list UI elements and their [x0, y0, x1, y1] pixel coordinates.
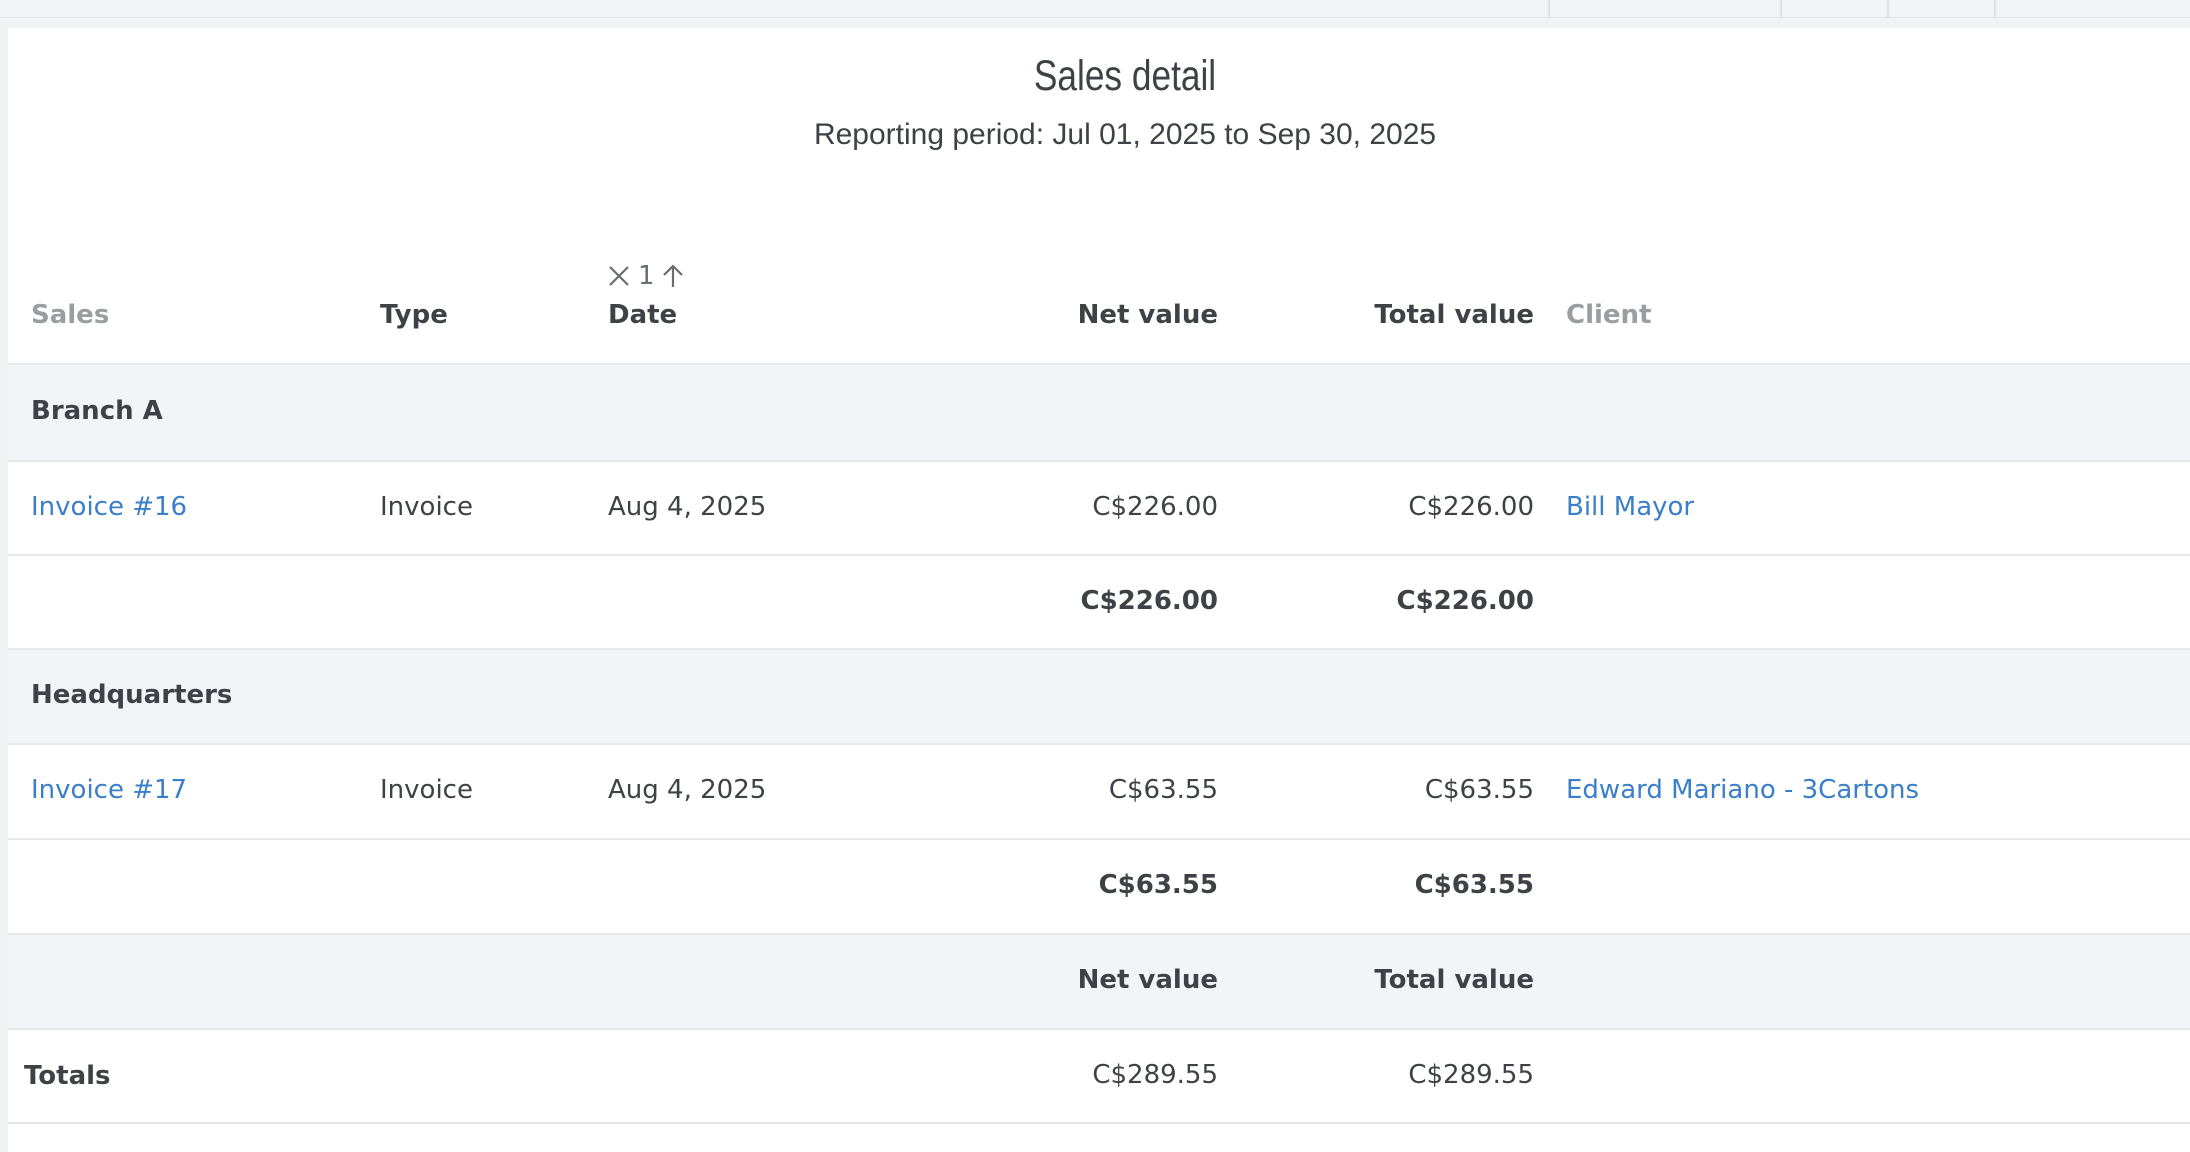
sort-priority: 1: [638, 261, 655, 291]
client-link[interactable]: Bill Mayor: [1566, 492, 1694, 522]
totals-row: Totals C$289.55 C$289.55: [8, 1030, 2190, 1122]
top-toolbar: [0, 0, 2190, 18]
subtotal-row: C$226.00 C$226.00: [8, 556, 2190, 648]
subtotal-row: C$63.55 C$63.55: [8, 840, 2190, 933]
subtotal-net-value: C$226.00: [1080, 586, 1218, 616]
column-header-type[interactable]: Type: [380, 300, 448, 330]
totals-header-row: Net value Total value: [8, 935, 2190, 1028]
group-row-branch-a: Branch A: [8, 365, 2190, 460]
total-value: C$226.00: [1408, 492, 1534, 522]
totals-header-net-value: Net value: [1077, 965, 1218, 995]
table-row: Invoice #17 Invoice Aug 4, 2025 C$63.55 …: [8, 745, 2190, 838]
sort-ascending-icon[interactable]: [661, 263, 685, 289]
group-row-headquarters: Headquarters: [8, 650, 2190, 743]
toolbar-divider: [1780, 0, 1782, 17]
totals-header-total-value: Total value: [1374, 965, 1534, 995]
sale-link[interactable]: Invoice #17: [31, 775, 187, 805]
column-header-sales[interactable]: Sales: [31, 300, 109, 330]
column-header-net-value[interactable]: Net value: [950, 300, 1218, 330]
sale-type: Invoice: [380, 775, 473, 805]
reporting-period: Reporting period: Jul 01, 2025 to Sep 30…: [813, 118, 1437, 151]
subtotal-total-value: C$226.00: [1396, 586, 1534, 616]
sale-type: Invoice: [380, 492, 473, 522]
column-header-total-value[interactable]: Total value: [1266, 300, 1534, 330]
toolbar-divider: [1994, 0, 1996, 17]
net-value: C$226.00: [1092, 492, 1218, 522]
sale-date: Aug 4, 2025: [608, 492, 767, 522]
total-value: C$63.55: [1424, 775, 1534, 805]
group-name: Headquarters: [31, 680, 233, 710]
toolbar-divider: [1548, 0, 1550, 17]
client-link[interactable]: Edward Mariano - 3Cartons: [1566, 775, 1919, 805]
table-row: Invoice #16 Invoice Aug 4, 2025 C$226.00…: [8, 462, 2190, 554]
subtotal-net-value: C$63.55: [1098, 870, 1218, 900]
net-value: C$63.55: [1108, 775, 1218, 805]
sort-indicator: 1: [606, 258, 685, 294]
totals-label: Totals: [24, 1061, 111, 1091]
report-title: Sales detail: [1033, 52, 1217, 100]
clear-sort-icon[interactable]: [606, 263, 632, 289]
totals-total-value: C$289.55: [1408, 1060, 1534, 1090]
totals-net-value: C$289.55: [1092, 1060, 1218, 1090]
table-footer-divider: [8, 1122, 2190, 1152]
sale-link[interactable]: Invoice #16: [31, 492, 187, 522]
group-name: Branch A: [31, 396, 163, 426]
column-header-client[interactable]: Client: [1566, 300, 1651, 330]
subtotal-total-value: C$63.55: [1414, 870, 1534, 900]
column-header-date[interactable]: Date: [608, 300, 677, 330]
sale-date: Aug 4, 2025: [608, 775, 767, 805]
toolbar-divider: [1887, 0, 1889, 17]
